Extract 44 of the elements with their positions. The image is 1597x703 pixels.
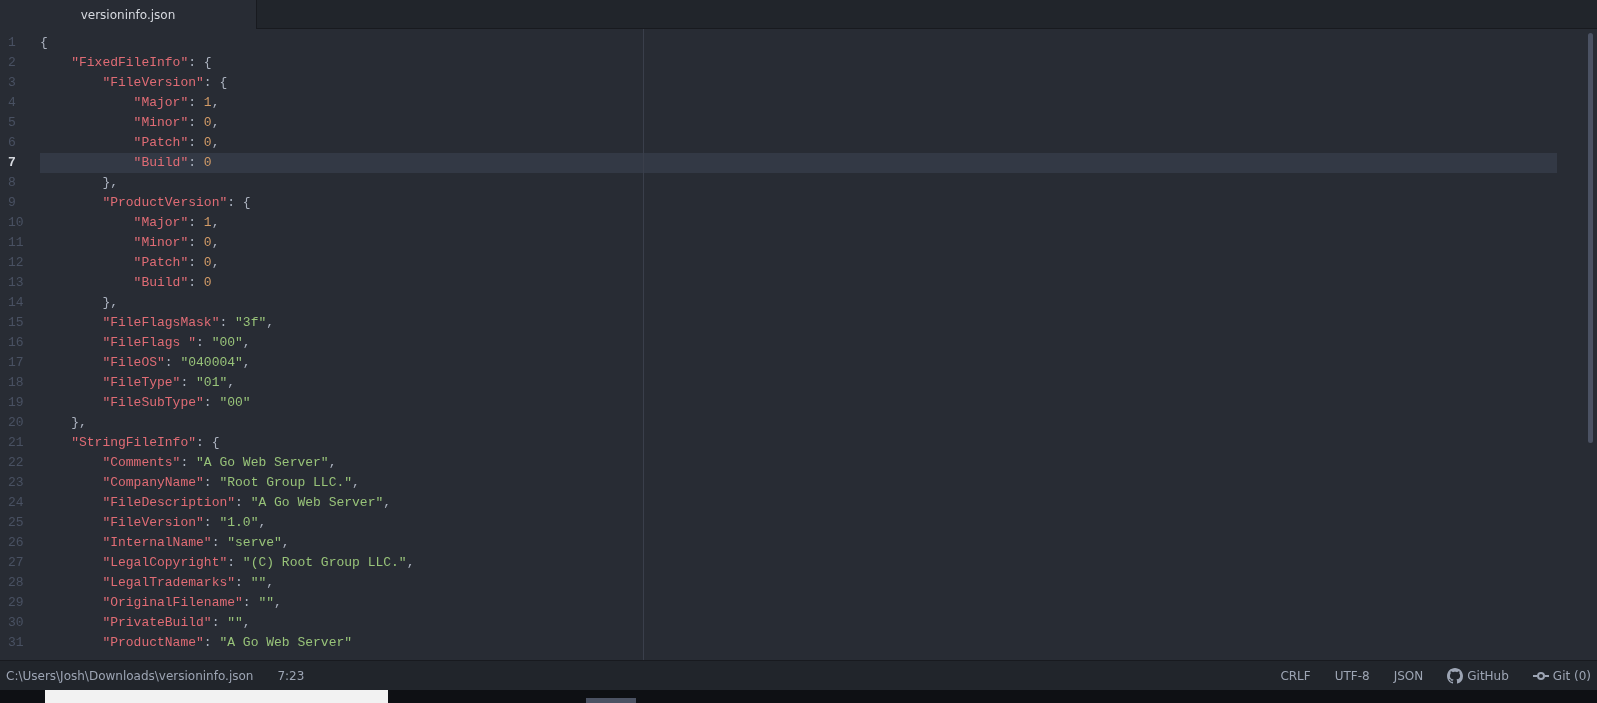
code-line: "LegalCopyright": "(C) Root Group LLC.",: [101, 554, 416, 572]
code-line: "FileFlags ": "00",: [101, 334, 252, 352]
code-line: "FileVersion": "1.0",: [101, 514, 268, 532]
code-line: {: [40, 34, 49, 52]
code-line: "PrivateBuild": "",: [101, 614, 252, 632]
code-line: "StringFileInfo": {: [70, 434, 221, 452]
code-line: "Comments": "A Go Web Server",: [101, 454, 338, 472]
cat-icon: [1447, 667, 1464, 684]
status-item[interactable]: CRLF: [1280, 666, 1311, 685]
code-line: "InternalName": "serve",: [101, 534, 291, 552]
code-line: "ProductName": "A Go Web Server": [101, 634, 354, 652]
code-line: "Major": 1,: [132, 94, 221, 112]
git-button[interactable]: Git (0): [1552, 666, 1591, 685]
scrollbar[interactable]: [1588, 33, 1593, 443]
file-path[interactable]: C:\Users\Josh\Downloads\versioninfo.json: [6, 666, 254, 685]
code-line: "Minor": 0,: [132, 234, 221, 252]
code-line: "FileOS": "040004",: [101, 354, 252, 372]
code-line: "Patch": 0,: [132, 254, 221, 272]
code-line: "Major": 1,: [132, 214, 221, 232]
scrollbar[interactable]: [45, 690, 388, 703]
line-number: 7: [8, 155, 16, 170]
code-line: },: [101, 294, 119, 312]
code-line: "FileSubType": "00": [101, 394, 252, 412]
code-line: },: [101, 174, 119, 192]
code-line: "FixedFileInfo": {: [70, 54, 213, 72]
code-line: },: [70, 414, 88, 432]
scrollbar-thumb[interactable]: [586, 698, 636, 703]
code-line: "FileFlagsMask": "3f",: [101, 314, 276, 332]
code-line: "CompanyName": "Root Group LLC.",: [101, 474, 361, 492]
code-line: "LegalTrademarks": "",: [101, 574, 276, 592]
code-line: "Minor": 0,: [132, 114, 221, 132]
commit-icon: [1532, 670, 1549, 681]
code-line: "FileVersion": {: [101, 74, 229, 92]
code-line: "FileDescription": "A Go Web Server",: [101, 494, 393, 512]
code-line: "Build": 0: [132, 274, 213, 292]
file-tab[interactable]: versioninfo.json: [0, 0, 257, 29]
code-line: "Patch": 0,: [132, 134, 221, 152]
github-button[interactable]: GitHub: [1467, 666, 1509, 685]
code-line: "FileType": "01",: [101, 374, 237, 392]
code-line: "OriginalFilename": "",: [101, 594, 283, 612]
status-item[interactable]: UTF-8: [1334, 666, 1370, 685]
cursor-position[interactable]: 7:23: [277, 666, 305, 685]
code-line: "ProductVersion": {: [101, 194, 252, 212]
status-item[interactable]: JSON: [1393, 666, 1424, 685]
